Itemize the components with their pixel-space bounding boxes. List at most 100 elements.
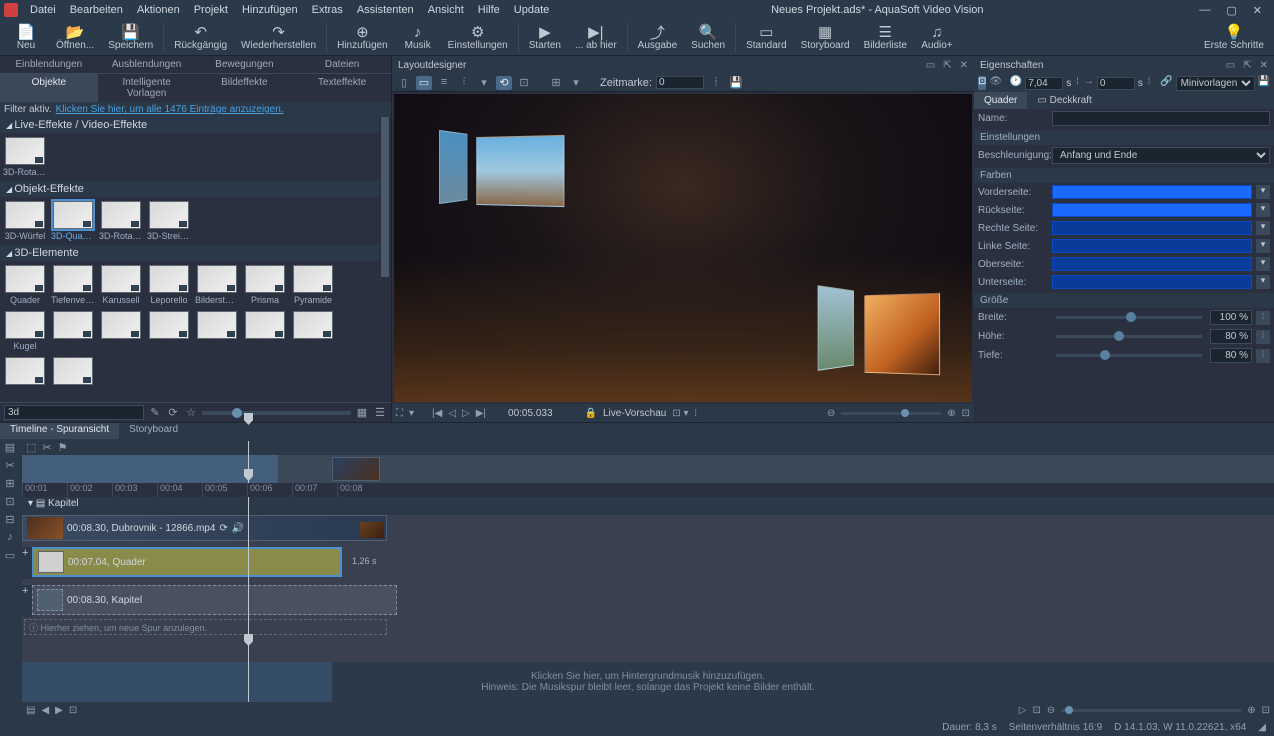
- preview-opts[interactable]: ⦙: [695, 408, 697, 419]
- tl-zoom-out[interactable]: ⊖: [1047, 705, 1055, 716]
- zoom-in-icon[interactable]: ⊕: [947, 408, 955, 419]
- lock-icon[interactable]: 🔒: [585, 408, 597, 419]
- effect-item-10[interactable]: [148, 311, 190, 351]
- toolbar-suchen[interactable]: 🔍Suchen: [685, 22, 731, 53]
- duration-input[interactable]: [1025, 77, 1063, 90]
- toolbar-neu[interactable]: 📄Neu: [4, 22, 48, 53]
- toolbar-audio-[interactable]: ♫Audio+: [915, 22, 959, 53]
- step-start-icon[interactable]: |◀: [432, 408, 442, 419]
- toolbar-einstellungen[interactable]: ⚙Einstellungen: [442, 22, 514, 53]
- chapter-clip[interactable]: 00:08.30, Kapitel: [32, 585, 397, 615]
- name-input[interactable]: [1052, 111, 1270, 126]
- tl-tool-5[interactable]: ⊟: [2, 513, 18, 529]
- wand-icon[interactable]: ✎: [148, 406, 162, 420]
- tool-grid-opts[interactable]: ▾: [568, 76, 584, 90]
- effect-item-11[interactable]: [196, 311, 238, 351]
- slider-breite[interactable]: [1056, 316, 1202, 319]
- prop-tab-eye[interactable]: 👁: [989, 76, 1002, 90]
- effect-3d-rotati-[interactable]: 3D-Rotati...: [4, 137, 46, 177]
- tl-cut-icon[interactable]: ✂: [42, 441, 51, 454]
- minivorlagen-save[interactable]: 💾: [1258, 76, 1270, 90]
- music-track[interactable]: Klicken Sie hier, um Hintergrundmusik hi…: [22, 662, 1274, 702]
- nav-end[interactable]: ⊡: [69, 705, 77, 716]
- effect-item-13[interactable]: [292, 311, 334, 351]
- menu-ansicht[interactable]: Ansicht: [422, 2, 470, 18]
- toolbar-wiederherstellen[interactable]: ↷Wiederherstellen: [235, 22, 322, 53]
- tl-marker-icon[interactable]: ⚑: [58, 441, 68, 454]
- tool-select[interactable]: ▭: [416, 76, 432, 90]
- group-object-effects[interactable]: Objekt-Effekte: [0, 181, 379, 197]
- effect-3d-quader[interactable]: 3D-Quader: [52, 201, 94, 241]
- tool-pointer[interactable]: ▯: [396, 76, 412, 90]
- toolbar-r-ckg-ngig[interactable]: ↶Rückgängig: [168, 22, 233, 53]
- color-picker-btn[interactable]: ▾: [1256, 239, 1270, 253]
- save-frame-icon[interactable]: 💾: [728, 76, 744, 90]
- fullscreen-opts[interactable]: ▾: [409, 408, 414, 419]
- tl-pointer-icon[interactable]: ⬚: [26, 441, 36, 454]
- prop-min-icon[interactable]: ▭: [1226, 60, 1235, 71]
- color-rückseite[interactable]: [1052, 203, 1252, 217]
- effect-item-14[interactable]: [4, 357, 46, 387]
- minivorlagen-select[interactable]: Minivorlagen: [1176, 76, 1255, 91]
- offset-input[interactable]: [1097, 77, 1135, 90]
- prop-close-icon[interactable]: ✕: [1260, 60, 1268, 71]
- overview-strip[interactable]: [22, 455, 1274, 483]
- beschl-select[interactable]: Anfang und Ende: [1052, 147, 1270, 164]
- tab-objekte[interactable]: Objekte: [0, 74, 98, 102]
- color-oberseite[interactable]: [1052, 257, 1252, 271]
- effect-3d-rotati-[interactable]: 3D-Rotati...: [100, 201, 142, 241]
- prop-tab-general[interactable]: ⊡: [978, 76, 986, 90]
- effect-prisma[interactable]: Prisma: [244, 265, 286, 305]
- slider-tiefe[interactable]: [1056, 354, 1202, 357]
- tab-quader[interactable]: Quader: [974, 92, 1027, 109]
- color-picker-btn[interactable]: ▾: [1256, 221, 1270, 235]
- clip-audio-icon[interactable]: 🔊: [232, 523, 244, 534]
- tab-intelligente-vorlagen[interactable]: Intelligente Vorlagen: [98, 74, 196, 102]
- toolbar-hinzuf-gen[interactable]: ⊕Hinzufügen: [331, 22, 394, 53]
- menu-assistenten[interactable]: Assistenten: [351, 2, 420, 18]
- effect-bilderstapel[interactable]: Bilderstapel: [196, 265, 238, 305]
- offset-stepper[interactable]: ⦙: [1146, 76, 1153, 90]
- menu-update[interactable]: Update: [508, 2, 555, 18]
- cube-object-1[interactable]: [432, 122, 564, 214]
- tab-dateien[interactable]: Dateien: [293, 56, 391, 74]
- toolbar-musik[interactable]: ♪Musik: [396, 22, 440, 53]
- menu-projekt[interactable]: Projekt: [188, 2, 234, 18]
- color-picker-btn[interactable]: ▾: [1256, 185, 1270, 199]
- minimize-button[interactable]: —: [1199, 4, 1210, 17]
- tool-crop[interactable]: ⊡: [516, 76, 532, 90]
- time-ruler[interactable]: 00:0100:0200:0300:0400:0500:0600:0700:08: [22, 483, 1274, 497]
- menu-hinzufügen[interactable]: Hinzufügen: [236, 2, 304, 18]
- track-expand-1[interactable]: +: [22, 547, 32, 579]
- tl-zoom-slider[interactable]: [1061, 709, 1241, 712]
- zoom-slider[interactable]: [841, 412, 941, 415]
- tab-einblendungen[interactable]: Einblendungen: [0, 56, 98, 74]
- effect-leporello[interactable]: Leporello: [148, 265, 190, 305]
- color-linke seite[interactable]: [1052, 239, 1252, 253]
- toolbar-bilderliste[interactable]: ☰Bilderliste: [858, 22, 913, 53]
- refresh-icon[interactable]: ⟳: [166, 406, 180, 420]
- panel-close-icon[interactable]: ✕: [960, 60, 968, 71]
- clip-loop-icon[interactable]: ⟳: [219, 523, 227, 534]
- tl-tool-4[interactable]: ⊡: [2, 495, 18, 511]
- menu-hilfe[interactable]: Hilfe: [472, 2, 506, 18]
- timemark-stepper[interactable]: ⦙: [708, 76, 724, 90]
- list-icon[interactable]: ☰: [373, 406, 387, 420]
- tool-rotate[interactable]: ⟲: [496, 76, 512, 90]
- effect-tiefenver-[interactable]: Tiefenver...: [52, 265, 94, 305]
- effect-pyramide[interactable]: Pyramide: [292, 265, 334, 305]
- tl-stop[interactable]: ⊡: [1032, 705, 1040, 716]
- filter-clear-link[interactable]: Klicken Sie hier, um alle 1476 Einträge …: [56, 104, 284, 115]
- first-steps-button[interactable]: 💡 Erste Schritte: [1198, 22, 1270, 53]
- effect-3d-streifen[interactable]: 3D-Streifen: [148, 201, 190, 241]
- quader-clip[interactable]: 00:07.04, Quader: [32, 547, 342, 577]
- grid-icon[interactable]: ▦: [355, 406, 369, 420]
- preview-mode[interactable]: Live-Vorschau: [603, 408, 666, 419]
- step-back-icon[interactable]: ◁: [448, 408, 456, 419]
- tl-play[interactable]: ▷: [1019, 705, 1027, 716]
- color-rechte seite[interactable]: [1052, 221, 1252, 235]
- empty-track-hint[interactable]: ⓘ Hierher ziehen, um neue Spur anzulegen…: [24, 619, 387, 635]
- status-resize-grip[interactable]: ◢: [1258, 722, 1266, 733]
- preview-dd[interactable]: ⊡ ▾: [672, 408, 688, 419]
- duration-stepper[interactable]: ⦙: [1074, 76, 1081, 90]
